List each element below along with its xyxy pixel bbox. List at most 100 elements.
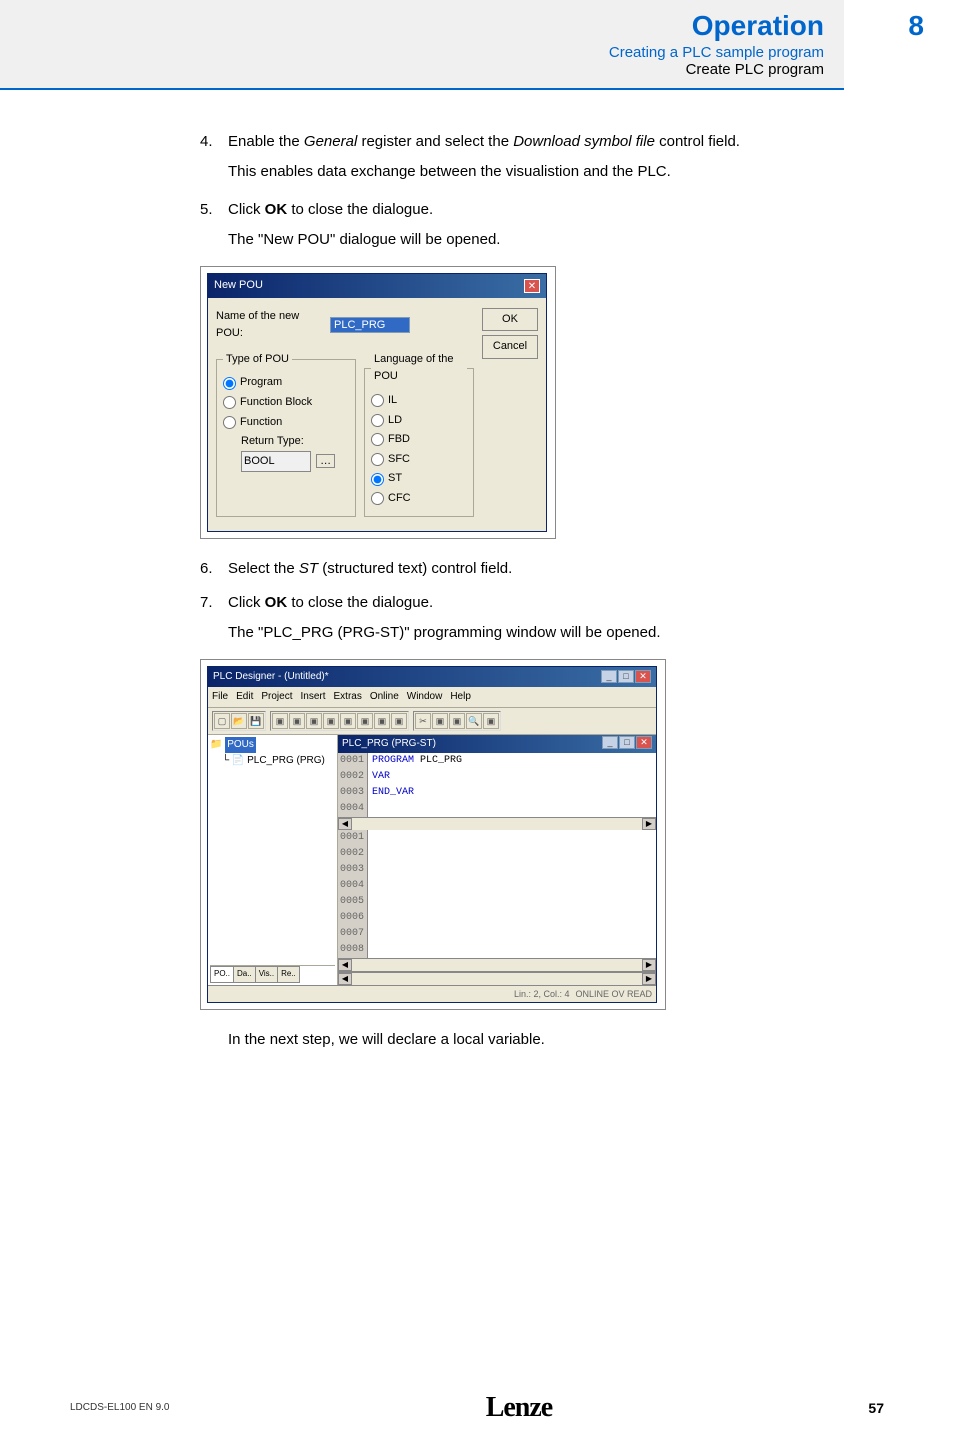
toolbar-icon[interactable]: ▣ bbox=[323, 713, 339, 729]
step-text: Select the ST (structured text) control … bbox=[228, 557, 874, 581]
menu-edit[interactable]: Edit bbox=[236, 689, 253, 705]
line-number: 0004 bbox=[338, 801, 368, 817]
status-mode: ONLINE OV READ bbox=[575, 987, 652, 1001]
tab-pou[interactable]: PO.. bbox=[210, 966, 234, 983]
radio-sfc[interactable] bbox=[371, 453, 384, 466]
toolbar-icon[interactable]: ▣ bbox=[391, 713, 407, 729]
toolbar-icon[interactable]: ▣ bbox=[340, 713, 356, 729]
step-number: 6. bbox=[200, 557, 228, 581]
tree-root[interactable]: POUs bbox=[225, 737, 256, 753]
step-5-sub: The "New POU" dialogue will be opened. bbox=[228, 228, 874, 252]
radio-il[interactable] bbox=[371, 394, 384, 407]
declaration-pane[interactable]: 0001PROGRAM PLC_PRG 0002VAR 0003END_VAR … bbox=[338, 753, 656, 817]
toolbar-find-icon[interactable]: 🔍 bbox=[466, 713, 482, 729]
menu-insert[interactable]: Insert bbox=[300, 689, 325, 705]
line-number: 0007 bbox=[338, 926, 368, 942]
maximize-icon[interactable]: □ bbox=[619, 736, 635, 749]
window-title: PLC Designer - (Untitled)* bbox=[213, 669, 329, 685]
tab-res[interactable]: Re.. bbox=[277, 966, 300, 983]
toolbars: ▢ 📂 💾 ▣ ▣ ▣ ▣ ▣ ▣ ▣ ▣ ✂ ▣ ▣ bbox=[208, 708, 656, 735]
header-subtitle-1: Creating a PLC sample program bbox=[524, 44, 824, 61]
lenze-logo: Lenze bbox=[486, 1392, 553, 1424]
toolbar-icon[interactable]: ▣ bbox=[374, 713, 390, 729]
menu-online[interactable]: Online bbox=[370, 689, 399, 705]
toolbar-save-icon[interactable]: 💾 bbox=[248, 713, 264, 729]
scrollbar[interactable]: ◀ ▶ bbox=[338, 972, 656, 985]
header-text: Operation Creating a PLC sample program … bbox=[524, 0, 844, 90]
return-type-select[interactable]: BOOL bbox=[241, 451, 311, 473]
line-number: 0002 bbox=[338, 769, 368, 785]
tab-vis[interactable]: Vis.. bbox=[255, 966, 278, 983]
screenshot-new-pou: New POU ✕ Name of the new POU: Type of P… bbox=[200, 266, 556, 539]
toolbar-icon[interactable]: ▣ bbox=[272, 713, 288, 729]
body-content: 4. Enable the General register and selec… bbox=[0, 90, 954, 1052]
toolbar-paste-icon[interactable]: ▣ bbox=[449, 713, 465, 729]
menu-file[interactable]: File bbox=[212, 689, 228, 705]
scroll-right-icon[interactable]: ▶ bbox=[642, 973, 656, 985]
text: register and select the bbox=[357, 133, 513, 150]
radio-function-block[interactable] bbox=[223, 396, 236, 409]
plc-designer-window: PLC Designer - (Untitled)* _ □ ✕ File Ed… bbox=[207, 666, 657, 1003]
step-4: 4. Enable the General register and selec… bbox=[200, 130, 874, 154]
text: to close the dialogue. bbox=[287, 201, 433, 218]
toolbar-icon[interactable]: ▣ bbox=[306, 713, 322, 729]
step-text: Enable the General register and select t… bbox=[228, 130, 874, 154]
header-subtitle-2: Create PLC program bbox=[524, 61, 824, 78]
line-number: 0001 bbox=[338, 830, 368, 846]
ok-button[interactable]: OK bbox=[482, 308, 538, 332]
menu-help[interactable]: Help bbox=[450, 689, 471, 705]
closing-text: In the next step, we will declare a loca… bbox=[228, 1028, 874, 1052]
menu-project[interactable]: Project bbox=[261, 689, 292, 705]
scroll-left-icon[interactable]: ◀ bbox=[338, 973, 352, 985]
radio-st[interactable] bbox=[371, 473, 384, 486]
close-icon[interactable]: ✕ bbox=[524, 279, 540, 293]
toolbar-copy-icon[interactable]: ▣ bbox=[432, 713, 448, 729]
dialog-titlebar: New POU ✕ bbox=[208, 274, 546, 298]
close-icon[interactable]: ✕ bbox=[636, 736, 652, 749]
radio-label: FBD bbox=[388, 431, 410, 449]
menu-extras[interactable]: Extras bbox=[334, 689, 362, 705]
minimize-icon[interactable]: _ bbox=[602, 736, 618, 749]
scroll-right-icon[interactable]: ▶ bbox=[642, 818, 656, 830]
radio-cfc[interactable] bbox=[371, 492, 384, 505]
text: Select the bbox=[228, 560, 299, 577]
keyword: VAR bbox=[372, 771, 390, 782]
toolbar-icon[interactable]: ▣ bbox=[483, 713, 499, 729]
toolbar-icon[interactable]: ▣ bbox=[357, 713, 373, 729]
cancel-button[interactable]: Cancel bbox=[482, 335, 538, 359]
menu-window[interactable]: Window bbox=[407, 689, 443, 705]
pou-name-input[interactable] bbox=[330, 317, 410, 333]
maximize-icon[interactable]: □ bbox=[618, 670, 634, 683]
italic-term: Download symbol file bbox=[513, 133, 655, 150]
dialog-body: Name of the new POU: Type of POU Program… bbox=[208, 298, 546, 531]
toolbar-cut-icon[interactable]: ✂ bbox=[415, 713, 431, 729]
scroll-right-icon[interactable]: ▶ bbox=[642, 959, 656, 971]
minimize-icon[interactable]: _ bbox=[601, 670, 617, 683]
radio-program[interactable] bbox=[223, 377, 236, 390]
radio-fbd[interactable] bbox=[371, 433, 384, 446]
radio-label: Function bbox=[240, 414, 282, 432]
type-legend: Type of POU bbox=[223, 351, 292, 369]
radio-label: ST bbox=[388, 470, 402, 488]
close-icon[interactable]: ✕ bbox=[635, 670, 651, 683]
tree-item-plc-prg[interactable]: └ 📄 PLC_PRG (PRG) bbox=[222, 753, 335, 769]
scroll-left-icon[interactable]: ◀ bbox=[338, 959, 352, 971]
new-pou-dialog: New POU ✕ Name of the new POU: Type of P… bbox=[207, 273, 547, 532]
radio-label: SFC bbox=[388, 451, 410, 469]
bold-term: OK bbox=[265, 201, 288, 218]
tab-data[interactable]: Da.. bbox=[233, 966, 256, 983]
scroll-left-icon[interactable]: ◀ bbox=[338, 818, 352, 830]
return-type-browse-button[interactable]: … bbox=[316, 454, 335, 468]
radio-label: IL bbox=[388, 392, 397, 410]
scrollbar[interactable]: ◀ ▶ bbox=[338, 958, 656, 971]
window-controls: _ □ ✕ bbox=[601, 670, 651, 683]
text: control field. bbox=[655, 133, 740, 150]
toolbar-new-icon[interactable]: ▢ bbox=[214, 713, 230, 729]
radio-function[interactable] bbox=[223, 416, 236, 429]
toolbar-open-icon[interactable]: 📂 bbox=[231, 713, 247, 729]
radio-ld[interactable] bbox=[371, 414, 384, 427]
toolbar-icon[interactable]: ▣ bbox=[289, 713, 305, 729]
body-pane[interactable]: 0001 0002 0003 0004 0005 0006 0007 0008 bbox=[338, 830, 656, 958]
text: (structured text) control field. bbox=[318, 560, 512, 577]
scrollbar[interactable]: ◀ ▶ bbox=[338, 817, 656, 830]
